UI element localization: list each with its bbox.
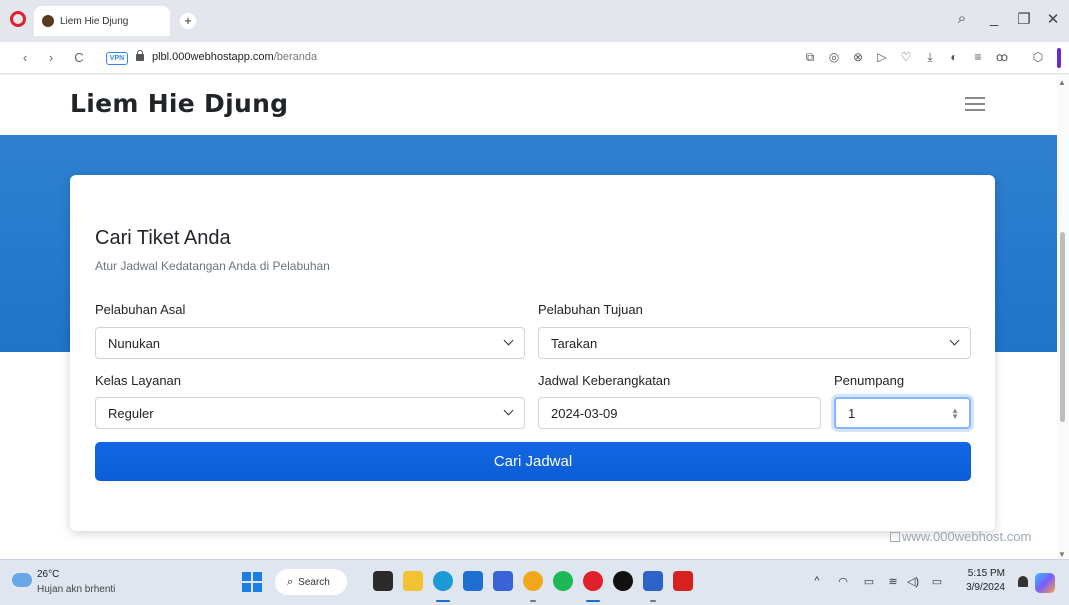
url-host: plbl.000webhostapp.com xyxy=(152,51,274,63)
card-title: Cari Tiket Anda xyxy=(95,227,231,249)
profile-icon[interactable]: ꝏ xyxy=(995,50,1009,64)
browser-tab[interactable]: Liem Hie Djung xyxy=(34,6,170,36)
taskbar-edge-icon[interactable] xyxy=(433,571,453,591)
scrollbar-thumb[interactable] xyxy=(1060,232,1065,422)
weather-text[interactable]: Hujan akn brhenti xyxy=(37,584,115,595)
site-header: Liem Hie Djung xyxy=(0,75,1057,135)
tab-search-icon[interactable]: ⌕ xyxy=(952,10,972,27)
start-button[interactable] xyxy=(242,572,262,592)
clock-time[interactable]: 5:15 PM xyxy=(965,568,1005,579)
card-subtitle: Atur Jadwal Kedatangan Anda di Pelabuhan xyxy=(95,259,330,273)
date-input[interactable]: 2024-03-09 xyxy=(538,397,821,429)
snapshot-icon[interactable]: ⧉ xyxy=(803,50,817,64)
address-bar-row: ‹ › C VPN plbl.000webhostapp.com/beranda… xyxy=(0,42,1069,74)
chevron-down-icon xyxy=(949,335,960,346)
battery-icon[interactable]: ▭ xyxy=(930,575,944,588)
taskbar-acrobat-icon[interactable] xyxy=(673,571,693,591)
taskbar-search-label: Search xyxy=(298,576,330,588)
taskbar-word-indicator xyxy=(650,600,656,602)
download-icon[interactable]: ⤓ xyxy=(923,50,937,64)
spinner-icon[interactable]: ▲ ▼ xyxy=(951,407,959,421)
passenger-input[interactable]: 1 ▲ ▼ xyxy=(834,397,971,429)
sidebar-accent xyxy=(1057,48,1061,68)
clock-date[interactable]: 3/9/2024 xyxy=(955,582,1005,593)
taskbar-tiktok-icon[interactable] xyxy=(613,571,633,591)
host-badge-text: www.000webhost.com xyxy=(902,529,1032,544)
extensions-icon[interactable]: ⬡ xyxy=(1031,50,1045,64)
class-label: Kelas Layanan xyxy=(95,373,182,388)
tray-chevron-icon[interactable]: ^ xyxy=(810,575,824,587)
taskbar-task-view-icon[interactable] xyxy=(373,571,393,591)
origin-label: Pelabuhan Asal xyxy=(95,302,186,317)
destination-value: Tarakan xyxy=(551,335,598,351)
notification-bell-icon[interactable] xyxy=(1018,576,1028,587)
taskbar-opera-indicator xyxy=(586,600,600,602)
destination-select[interactable]: Tarakan xyxy=(538,327,971,359)
site-brand[interactable]: Liem Hie Djung xyxy=(70,89,288,118)
search-schedule-button[interactable]: Cari Jadwal xyxy=(95,442,971,481)
windows-taskbar: 26°C Hujan akn brhenti ⌕ Search ^ ◠ ▭ ≋ … xyxy=(0,559,1069,605)
battery-icon[interactable]: ◐ xyxy=(947,50,961,64)
url-path: /beranda xyxy=(273,51,318,63)
taskbar-file-explorer-icon[interactable] xyxy=(403,571,423,591)
ticket-search-card: Cari Tiket Anda Atur Jadwal Kedatangan A… xyxy=(70,175,995,531)
vpn-badge[interactable]: VPN xyxy=(106,52,128,65)
taskbar-chrome-indicator xyxy=(530,600,536,602)
origin-select[interactable]: Nunukan xyxy=(95,327,525,359)
browser-tab-strip: Liem Hie Djung + ⌕ _ ❐ ✕ xyxy=(0,0,1069,42)
heart-icon[interactable]: ♡ xyxy=(899,50,913,64)
taskbar-store-icon[interactable] xyxy=(463,571,483,591)
class-select[interactable]: Reguler xyxy=(95,397,525,429)
copilot-icon[interactable] xyxy=(1035,573,1055,593)
broken-image-icon xyxy=(890,532,900,542)
date-value: 2024-03-09 xyxy=(551,405,618,421)
easy-setup-icon[interactable]: ≡ xyxy=(971,50,985,64)
destination-label: Pelabuhan Tujuan xyxy=(538,302,643,317)
host-badge[interactable]: www.000webhost.com xyxy=(890,529,1031,544)
scroll-up-icon[interactable]: ▲ xyxy=(1058,78,1066,87)
volume-icon[interactable]: ◁) xyxy=(906,575,920,588)
close-button[interactable]: ✕ xyxy=(1043,10,1063,28)
lock-icon[interactable] xyxy=(136,50,144,61)
taskbar-word-icon[interactable] xyxy=(643,571,663,591)
weather-icon[interactable] xyxy=(12,573,32,587)
wifi-icon[interactable]: ≋ xyxy=(886,575,900,588)
taskbar-visual-studio-icon[interactable] xyxy=(493,571,513,591)
hamburger-menu-icon[interactable] xyxy=(965,97,985,111)
taskbar-chrome-icon[interactable] xyxy=(523,571,543,591)
tab-title: Liem Hie Djung xyxy=(60,15,129,27)
opera-menu-icon[interactable] xyxy=(10,11,26,27)
forward-button[interactable]: › xyxy=(44,50,58,65)
web-page: Liem Hie Djung Cari Tiket Anda Atur Jadw… xyxy=(0,75,1057,559)
minimize-button[interactable]: _ xyxy=(984,10,1004,27)
passenger-value: 1 xyxy=(848,405,856,421)
origin-value: Nunukan xyxy=(108,335,161,351)
site-favicon-icon xyxy=(42,15,54,27)
taskbar-spotify-icon[interactable] xyxy=(553,571,573,591)
taskbar-opera-icon[interactable] xyxy=(583,571,603,591)
scroll-down-icon[interactable]: ▼ xyxy=(1058,550,1066,559)
new-tab-button[interactable]: + xyxy=(180,13,196,29)
chevron-down-icon xyxy=(503,335,514,346)
address-input[interactable]: plbl.000webhostapp.com/beranda xyxy=(152,51,317,63)
date-label: Jadwal Keberangkatan xyxy=(538,373,671,388)
keyboard-icon[interactable]: ▭ xyxy=(862,575,876,588)
back-button[interactable]: ‹ xyxy=(18,50,32,65)
reload-button[interactable]: C xyxy=(72,50,86,65)
camera-icon[interactable]: ◎ xyxy=(827,50,841,64)
taskbar-search[interactable]: ⌕ Search xyxy=(275,569,347,595)
passenger-label: Penumpang xyxy=(834,373,905,388)
search-icon: ⌕ xyxy=(287,575,294,588)
screen: Liem Hie Djung + ⌕ _ ❐ ✕ ‹ › C VPN plbl.… xyxy=(0,0,1069,605)
restore-button[interactable]: ❐ xyxy=(1014,10,1034,28)
adblock-icon[interactable]: ⊗ xyxy=(851,50,865,64)
taskbar-edge-indicator xyxy=(436,600,450,602)
chevron-down-icon xyxy=(503,405,514,416)
class-value: Reguler xyxy=(108,405,154,421)
network-icon[interactable]: ◠ xyxy=(836,575,850,588)
play-icon[interactable]: ▷ xyxy=(875,50,889,64)
temperature[interactable]: 26°C xyxy=(37,569,59,580)
